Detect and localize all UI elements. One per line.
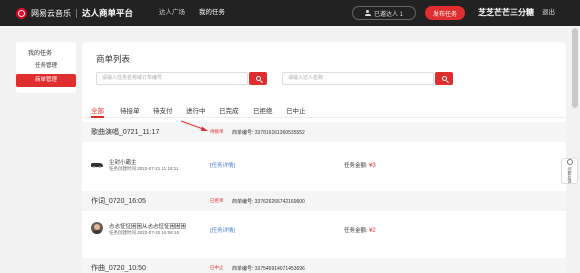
task-amount-value: ¥3 [369, 163, 376, 169]
talent-search-button[interactable] [435, 72, 453, 85]
sidebar: 我的任务 任务管理 商单管理 [16, 42, 76, 93]
talent-name: 尘封小霸主 [109, 160, 137, 166]
logout-link[interactable]: 退出 [542, 0, 555, 26]
netease-music-logo-icon [16, 7, 27, 19]
order-card-header: 作曲_0720_10:50 已中止 商单编号: 3375469140714536… [82, 258, 566, 273]
sidebar-item-task-management[interactable]: 任务管理 [16, 60, 76, 73]
tab-rejected[interactable]: 已拒绝 [253, 105, 273, 115]
search-icon [441, 76, 447, 81]
order-search-button[interactable] [249, 72, 267, 85]
invited-talents-label: 已邀达人 1 [373, 11, 403, 18]
order-status: 已拒单 [210, 198, 224, 203]
task-created-time: 任务创建时间 2022-07-21 11:18:11 [109, 166, 179, 171]
logo[interactable]: 网易云音乐 达人商单平台 [16, 0, 133, 26]
feedback-label: 问题反馈 [567, 167, 573, 183]
top-header: 网易云音乐 达人商单平台 达人广场 我的任务 已邀达人 1 发布任务 芝芝芒芒三… [0, 0, 580, 26]
car-icon [91, 158, 103, 170]
feedback-float-button[interactable]: 问题反馈 [561, 158, 578, 184]
order-number: 商单编号: 337816161360535552 [232, 130, 305, 136]
task-detail-link[interactable]: [任务详情] [210, 226, 235, 234]
order-title: 作曲_0720_10:50 [91, 265, 146, 272]
status-tabs: 全部 待接单 待支付 进行中 已完成 已拒绝 已中止 [82, 102, 566, 118]
talent-name: 忐忐怔怔困困从忐忐怔怔困困困 [109, 224, 187, 230]
tab-completed[interactable]: 已完成 [219, 105, 239, 115]
order-number: 商单编号: 337626266742169600 [232, 199, 305, 205]
tab-all[interactable]: 全部 [91, 105, 104, 115]
tab-in-progress[interactable]: 进行中 [186, 105, 206, 115]
order-card-header: 歌曲演唱_0721_11:17 待接单 商单编号: 33781616136053… [82, 122, 566, 142]
search-icon [255, 76, 261, 81]
order-card-header: 作词_0720_16:05 已拒单 商单编号: 3376262667421696… [82, 191, 566, 211]
username[interactable]: 芝芝芒芒三分糖 [478, 0, 534, 26]
publish-task-button[interactable]: 发布任务 [425, 6, 465, 20]
task-created-time: 任务创建时间 2022-07-20 16:06:15 [109, 230, 180, 235]
person-icon [364, 10, 371, 16]
order-status: 已中止 [210, 265, 224, 270]
task-amount-label: 任务金额: [344, 163, 368, 169]
nav-talent-square[interactable]: 达人广场 [159, 0, 185, 26]
page-title: 商单列表 [96, 54, 131, 64]
order-title: 歌曲演唱_0721_11:17 [91, 129, 160, 136]
tab-pending-payment[interactable]: 待支付 [153, 105, 173, 115]
order-title: 作词_0720_16:05 [91, 198, 146, 205]
order-number: 商单编号: 337546914071453696 [232, 266, 305, 272]
order-search-input[interactable]: 请输入任务名称或订单编号 [96, 72, 248, 85]
task-amount-value: ¥2 [369, 228, 376, 234]
tab-terminated[interactable]: 已中止 [286, 105, 306, 115]
task-amount: 任务金额: ¥2 [344, 226, 376, 234]
order-status: 待接单 [210, 129, 224, 134]
active-tab-indicator [91, 116, 104, 118]
face-icon [91, 222, 103, 234]
talent-search-input[interactable]: 请输入达人名称 [282, 72, 434, 85]
sidebar-item-order-management[interactable]: 商单管理 [16, 74, 76, 87]
logo-divider [76, 8, 77, 18]
invited-talents-button[interactable]: 已邀达人 1 [352, 6, 416, 20]
main-panel: 商单列表 请输入任务名称或订单编号 请输入达人名称 全部 待接单 待支付 进行中… [82, 42, 566, 273]
task-amount-label: 任务金额: [344, 228, 368, 234]
tab-pending-accept[interactable]: 待接单 [120, 105, 140, 115]
nav-my-tasks[interactable]: 我的任务 [199, 0, 225, 26]
page-scrollbar[interactable] [572, 28, 578, 108]
logo-text: 网易云音乐 [31, 8, 71, 18]
sidebar-heading: 我的任务 [28, 51, 53, 57]
help-icon [566, 159, 573, 165]
task-detail-link[interactable]: [任务详情] [210, 161, 235, 169]
platform-name: 达人商单平台 [82, 8, 134, 18]
task-amount: 任务金额: ¥3 [344, 161, 376, 169]
